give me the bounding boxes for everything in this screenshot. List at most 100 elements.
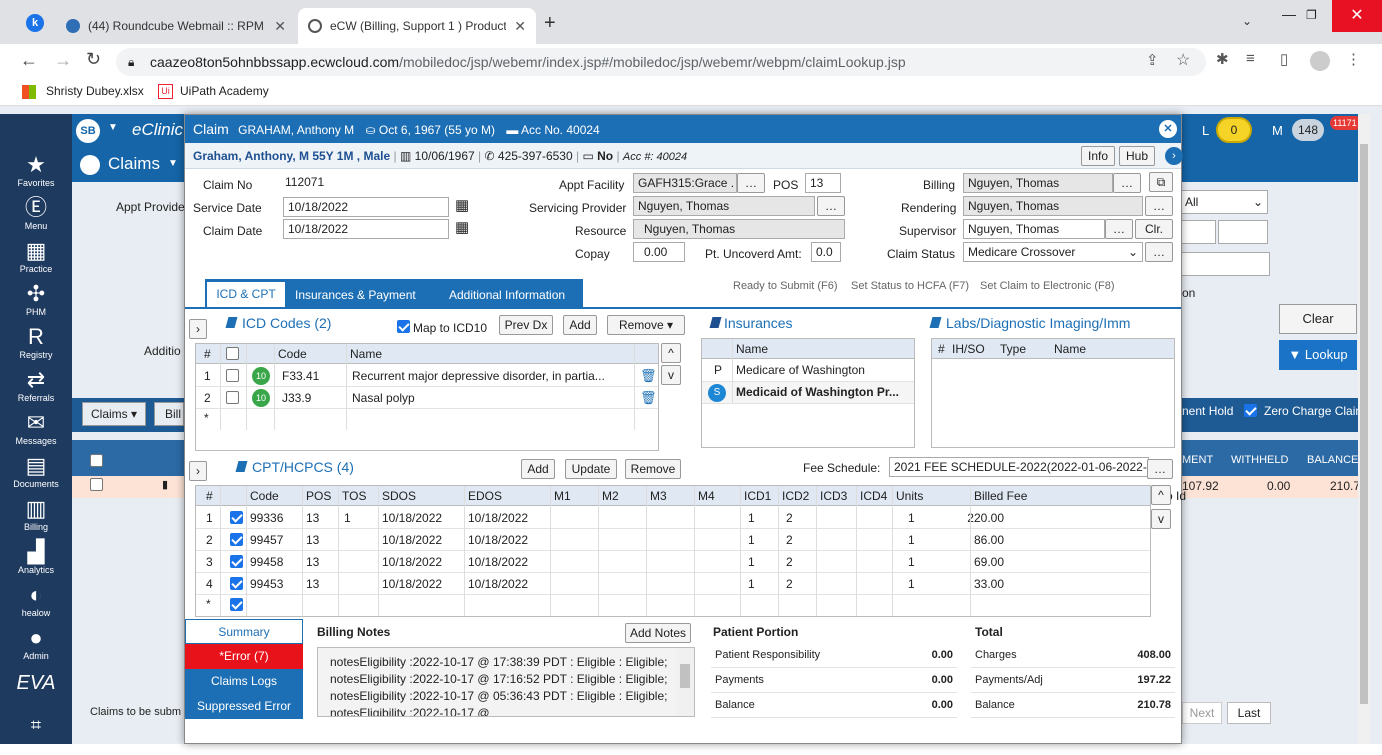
page-scrollbar[interactable]	[1358, 114, 1370, 744]
bill-button[interactable]: Bill	[154, 402, 184, 426]
copy-icon[interactable]: ⧉	[1149, 172, 1173, 192]
l-count-badge[interactable]: 0	[1216, 117, 1252, 143]
cpt-row[interactable]: 1 99336 13 1 10/18/2022 10/18/2022 1 2 1 220.00	[196, 507, 1150, 529]
map-icd10-checkbox[interactable]	[397, 320, 410, 333]
billing-field[interactable]: Nguyen, Thomas	[963, 173, 1113, 193]
set-hcfa-link[interactable]: Set Status to HCFA (F7)	[851, 280, 969, 292]
cpt-row[interactable]: 4 99453 13 10/18/2022 10/18/2022 1 2 1 33.00	[196, 573, 1150, 595]
last-button[interactable]: Last	[1227, 702, 1271, 724]
browser-tab-ecw[interactable]: eCW (Billing, Support 1 ) Product ✕	[298, 8, 536, 44]
cpt-row-checkbox[interactable]	[230, 577, 243, 590]
page-caret-icon[interactable]: ▼	[168, 158, 178, 169]
nav-item-billing[interactable]: ▥ Billing	[0, 496, 72, 539]
nav-item-admin[interactable]: ● Admin	[0, 625, 72, 668]
servicing-provider-field[interactable]: Nguyen, Thomas	[633, 196, 815, 216]
browser-tab-roundcube[interactable]: (44) Roundcube Webmail :: RPM ✕	[56, 8, 296, 44]
expand-panel-icon[interactable]: ›	[1165, 147, 1183, 165]
tab-search-icon[interactable]: ⌄	[1242, 14, 1252, 28]
nav-item-registry[interactable]: R Registry	[0, 324, 72, 367]
extensions-icon[interactable]: ✱	[1216, 50, 1229, 68]
bookmark-excel[interactable]: Shristy Dubey.xlsx	[46, 84, 144, 98]
close-dialog-icon[interactable]: ✕	[1159, 120, 1177, 138]
facility-lookup-button[interactable]: …	[737, 173, 765, 193]
back-icon[interactable]: ←	[20, 50, 38, 71]
settings-icon[interactable]: ⌗	[0, 712, 72, 755]
nav-item-documents[interactable]: ▤ Documents	[0, 453, 72, 496]
pbar-name[interactable]: Graham, Anthony, M 55Y 1M , Male	[193, 149, 390, 163]
expand-icd-button[interactable]: ›	[189, 319, 207, 339]
clear-button[interactable]: Clear	[1279, 304, 1357, 334]
tab-insurances-payment[interactable]: Insurances & Payment	[295, 285, 416, 305]
billing-notes-box[interactable]: notesEligibility :2022-10-17 @ 17:38:39 …	[317, 647, 695, 717]
icd-move-up-button[interactable]: ^	[661, 343, 681, 363]
reload-icon[interactable]: ↻	[86, 49, 101, 70]
tab-icd-cpt[interactable]: ICD & CPT	[207, 282, 285, 307]
side-panel-icon[interactable]: ▯	[1280, 50, 1288, 68]
icd-row[interactable]: 2 10 J33.9 Nasal polyp 🗑︎	[196, 387, 658, 409]
user-avatar[interactable]: SB	[76, 119, 100, 143]
expand-cpt-button[interactable]: ›	[189, 461, 207, 481]
cpt-move-up-button[interactable]: ^	[1151, 485, 1171, 505]
claim-date-field[interactable]: 10/18/2022	[283, 219, 449, 239]
media-icon[interactable]: ≡	[1246, 50, 1255, 67]
nav-item-analytics[interactable]: ▟ Analytics	[0, 539, 72, 582]
cpt-remove-button[interactable]: Remove	[625, 459, 681, 479]
rendering-field[interactable]: Nguyen, Thomas	[963, 196, 1143, 216]
add-notes-button[interactable]: Add Notes	[625, 623, 691, 643]
icd-move-down-button[interactable]: v	[661, 365, 681, 385]
nav-item-practice[interactable]: ▦ Practice	[0, 238, 72, 281]
supervisor-lookup-button[interactable]: …	[1105, 219, 1133, 239]
filter-select[interactable]	[1180, 220, 1216, 244]
trash-icon[interactable]: 🗑︎	[640, 388, 657, 408]
claims-logs-tab[interactable]: Claims Logs	[185, 669, 303, 694]
calendar-icon[interactable]: ▦	[455, 218, 469, 236]
new-tab-button[interactable]: +	[544, 12, 556, 35]
service-date-field[interactable]: 10/18/2022	[283, 197, 449, 217]
url-field[interactable]: 🔒︎ caazeo8ton5ohnbbssapp.ecwcloud.com/mo…	[116, 48, 1206, 76]
select-all-checkbox[interactable]	[90, 454, 103, 467]
fee-lookup-button[interactable]: …	[1147, 459, 1173, 479]
resource-field[interactable]: Nguyen, Thomas	[633, 219, 845, 239]
nav-item-referrals[interactable]: ⇄ Referrals	[0, 367, 72, 410]
supervisor-field[interactable]: Nguyen, Thomas	[963, 219, 1105, 239]
ins-row-secondary[interactable]: S Medicaid of Washington Pr...	[702, 382, 914, 404]
filter-input-2[interactable]	[1180, 252, 1270, 276]
next-button[interactable]: Next	[1182, 702, 1222, 724]
nav-item-menu[interactable]: Ⓔ Menu	[0, 195, 72, 238]
ins-row-primary[interactable]: P Medicare of Washington	[702, 360, 914, 382]
nav-item-favorites[interactable]: ★ Favorites	[0, 152, 72, 195]
uncovered-field[interactable]: 0.0	[811, 242, 841, 262]
pos-field[interactable]: 13	[805, 173, 841, 193]
notes-scroll-thumb[interactable]	[680, 664, 690, 688]
nav-item-messages[interactable]: ✉ Messages	[0, 410, 72, 453]
filter-input[interactable]	[1218, 220, 1268, 244]
document-icon[interactable]: ▮	[162, 478, 168, 491]
icd-row-checkbox[interactable]	[226, 369, 239, 382]
nav-item-healow[interactable]: ◐ healow	[0, 582, 72, 625]
profile-k-icon[interactable]: k	[26, 14, 44, 32]
fee-schedule-field[interactable]: 2021 FEE SCHEDULE-2022(2022-01-06-2022-1	[889, 457, 1149, 477]
hub-button[interactable]: Hub	[1119, 146, 1155, 166]
tab-additional-info[interactable]: Additional Information	[449, 285, 565, 305]
status-lookup-button[interactable]: …	[1145, 242, 1173, 262]
icd-select-all-checkbox[interactable]	[226, 347, 239, 360]
servicing-lookup-button[interactable]: …	[817, 196, 845, 216]
share-icon[interactable]: ⇪	[1146, 51, 1159, 69]
window-close-button[interactable]: ✕	[1332, 0, 1382, 32]
set-electronic-link[interactable]: Set Claim to Electronic (F8)	[980, 280, 1114, 292]
restore-icon[interactable]: ❐	[1306, 8, 1317, 22]
profile-icon[interactable]	[1310, 51, 1330, 71]
rendering-lookup-button[interactable]: …	[1145, 196, 1173, 216]
zero-charge-checkbox[interactable]	[1244, 404, 1257, 417]
copay-field[interactable]: 0.00	[633, 242, 685, 262]
calendar-icon[interactable]: ▦	[455, 196, 469, 214]
trash-icon[interactable]: 🗑︎	[640, 366, 657, 386]
cpt-row-checkbox[interactable]	[230, 533, 243, 546]
prev-dx-button[interactable]: Prev Dx	[499, 315, 553, 335]
claims-dropdown-button[interactable]: Claims ▾	[82, 402, 146, 426]
cpt-row-checkbox[interactable]	[230, 555, 243, 568]
scroll-thumb[interactable]	[1360, 144, 1368, 704]
clear-supervisor-button[interactable]: Clr.	[1135, 219, 1173, 239]
cpt-row[interactable]: 2 99457 13 10/18/2022 10/18/2022 1 2 1 86.00	[196, 529, 1150, 551]
notes-scrollbar[interactable]	[676, 648, 694, 716]
